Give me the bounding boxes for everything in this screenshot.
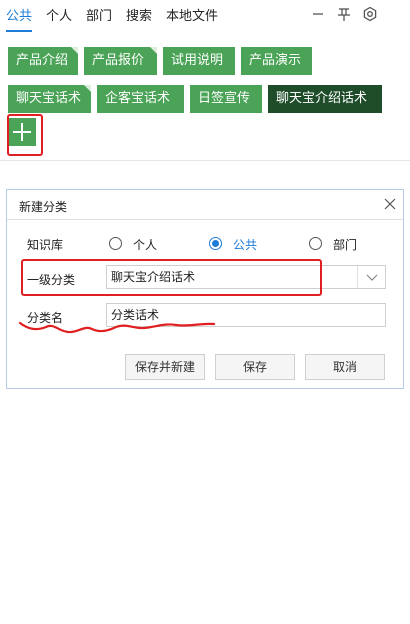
radio-department[interactable] xyxy=(309,237,322,250)
tag-label: 日签宣传 xyxy=(198,91,251,106)
corner-fold-icon xyxy=(150,47,157,54)
annotation-box-add xyxy=(7,114,43,156)
tag-button[interactable]: 产品介绍 xyxy=(8,47,78,75)
tab-local-files[interactable]: 本地文件 xyxy=(166,8,218,28)
tag-label: 企客宝话术 xyxy=(105,91,171,106)
tag-label: 聊天宝介绍话术 xyxy=(276,91,368,106)
tab-search[interactable]: 搜索 xyxy=(126,8,152,28)
tag-button-active[interactable]: 聊天宝介绍话术 xyxy=(268,85,382,113)
radio-public[interactable] xyxy=(209,237,222,250)
radio-department-label: 部门 xyxy=(333,238,358,252)
divider xyxy=(0,160,410,161)
tag-label: 试用说明 xyxy=(171,53,224,68)
annotation-box-level1 xyxy=(21,259,322,296)
radio-public-label: 公共 xyxy=(233,238,258,252)
pin-icon[interactable] xyxy=(336,6,352,22)
tab-public[interactable]: 公共 xyxy=(6,8,33,32)
top-tab-bar: 公共 个人 部门 搜索 本地文件 xyxy=(0,0,410,32)
category-name-value: 分类话术 xyxy=(111,308,160,322)
tag-button[interactable]: 产品报价 xyxy=(84,47,157,75)
tab-department[interactable]: 部门 xyxy=(86,8,112,28)
tag-label: 产品报价 xyxy=(92,53,145,68)
tag-label: 聊天宝话术 xyxy=(16,91,82,106)
minimize-icon[interactable] xyxy=(310,6,326,22)
tag-button[interactable]: 聊天宝话术 xyxy=(8,85,91,113)
close-icon[interactable] xyxy=(383,196,397,210)
chevron-down-icon[interactable] xyxy=(357,266,385,288)
radio-personal-label: 个人 xyxy=(133,238,158,252)
dialog-title: 新建分类 xyxy=(19,200,68,214)
corner-fold-icon xyxy=(71,47,78,54)
radio-personal[interactable] xyxy=(109,237,122,250)
tag-button[interactable]: 日签宣传 xyxy=(190,85,262,113)
knowledge-base-label: 知识库 xyxy=(27,238,64,252)
tag-button[interactable]: 企客宝话术 xyxy=(97,85,184,113)
dialog-separator xyxy=(7,219,403,220)
category-name-input[interactable]: 分类话术 xyxy=(106,303,386,327)
tab-personal[interactable]: 个人 xyxy=(46,8,72,28)
tag-label: 产品演示 xyxy=(249,53,302,68)
tag-label: 产品介绍 xyxy=(16,53,69,68)
save-button[interactable]: 保存 xyxy=(215,354,295,380)
save-and-new-button[interactable]: 保存并新建 xyxy=(125,354,205,380)
settings-icon[interactable] xyxy=(362,6,378,22)
corner-fold-icon xyxy=(84,85,91,92)
tag-button[interactable]: 试用说明 xyxy=(163,47,235,75)
category-name-label: 分类名 xyxy=(27,311,64,325)
tag-button[interactable]: 产品演示 xyxy=(241,47,312,75)
cancel-button[interactable]: 取消 xyxy=(305,354,385,380)
